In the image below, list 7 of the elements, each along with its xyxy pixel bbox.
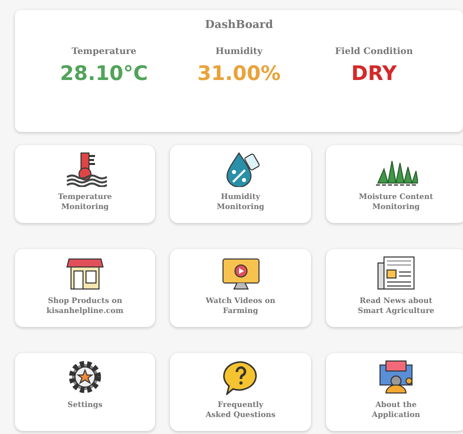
stat-value: 28.10°C bbox=[59, 61, 149, 85]
stat-label: Humidity bbox=[214, 47, 264, 57]
stat-value: DRY bbox=[350, 61, 398, 85]
dashboard-title: DashBoard bbox=[204, 17, 274, 31]
stat-value: 31.00% bbox=[196, 61, 282, 85]
stat-label: Temperature bbox=[70, 47, 138, 57]
stat-label: Field Condition bbox=[334, 47, 414, 57]
